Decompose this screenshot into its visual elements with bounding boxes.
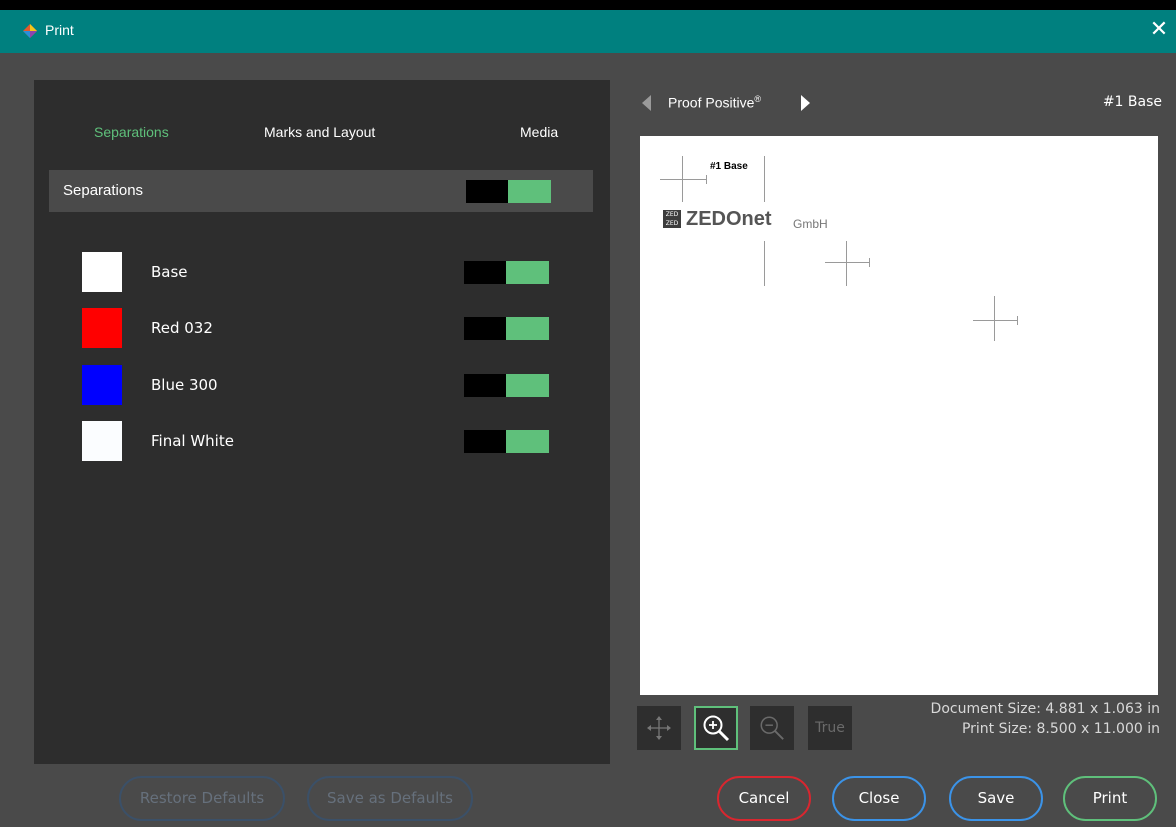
separation-swatch <box>82 365 122 405</box>
separations-header-label: Separations <box>63 182 144 199</box>
next-arrow-icon[interactable] <box>801 95 810 111</box>
close-icon[interactable]: ✕ <box>1145 16 1173 44</box>
toggle-on-segment <box>508 180 551 203</box>
separation-swatch <box>82 252 122 292</box>
printer-navigator: Proof Positive® #1 Base <box>640 91 1166 115</box>
zoom-out-tool[interactable] <box>750 706 794 750</box>
separation-row-blue-300: Blue 300 <box>82 365 602 405</box>
restore-defaults-button[interactable]: Restore Defaults <box>119 776 285 821</box>
print-preview[interactable]: #1 Base ZED ZED ZEDOnet GmbH <box>640 136 1158 695</box>
separation-toggle-final-white[interactable] <box>464 430 549 453</box>
trim-line-bottom <box>764 241 765 286</box>
separation-toggle-blue-300[interactable] <box>464 374 549 397</box>
true-size-tool[interactable]: True <box>808 706 852 750</box>
registered-mark: ® <box>754 94 762 104</box>
print-dialog: Separations Marks and Layout Media Separ… <box>0 53 1176 827</box>
toggle-off-segment <box>466 180 508 203</box>
toggle-off-segment <box>464 430 506 453</box>
registration-mark-tick <box>869 258 870 267</box>
registration-mark-tick <box>1017 316 1018 325</box>
separation-row-red-032: Red 032 <box>82 308 602 348</box>
settings-panel: Separations Marks and Layout Media Separ… <box>34 80 610 764</box>
toggle-on-segment <box>506 374 549 397</box>
document-info: Document Size: 4.881 x 1.063 in Print Si… <box>931 699 1160 739</box>
registration-mark-horizontal <box>973 320 1017 321</box>
zoom-in-tool[interactable] <box>694 706 738 750</box>
toggle-on-segment <box>506 261 549 284</box>
logo-box-line2: ZED <box>665 220 679 227</box>
toggle-on-segment <box>506 430 549 453</box>
zedonet-logo-icon: ZED ZED <box>663 210 681 228</box>
separation-toggle-base[interactable] <box>464 261 549 284</box>
logo-text: ZEDOnet <box>686 208 772 230</box>
separations-master-toggle[interactable] <box>466 180 551 203</box>
close-button[interactable]: Close <box>832 776 926 821</box>
tab-separations[interactable]: Separations <box>94 124 169 140</box>
tab-marks-and-layout[interactable]: Marks and Layout <box>264 124 375 140</box>
pan-icon <box>647 716 671 740</box>
toggle-on-segment <box>506 317 549 340</box>
printer-name-text: Proof Positive <box>668 94 755 111</box>
registration-mark-horizontal <box>825 262 869 263</box>
logo-box-line1: ZED <box>665 211 679 218</box>
separation-toggle-red-032[interactable] <box>464 317 549 340</box>
print-button[interactable]: Print <box>1063 776 1157 821</box>
logo-suffix: GmbH <box>793 217 828 231</box>
toggle-off-segment <box>464 317 506 340</box>
previous-arrow-icon[interactable] <box>642 95 651 111</box>
separations-header: Separations <box>49 170 593 212</box>
separation-swatch <box>82 308 122 348</box>
registration-mark-tick <box>706 175 707 184</box>
separation-row-base: Base <box>82 252 602 292</box>
separation-name: Blue 300 <box>151 376 218 394</box>
print-app-icon <box>23 24 37 38</box>
cancel-button[interactable]: Cancel <box>717 776 811 821</box>
window-title: Print <box>45 22 74 38</box>
printer-name: Proof Positive® <box>668 94 761 111</box>
registration-mark-vertical <box>846 241 847 286</box>
pan-tool[interactable] <box>637 706 681 750</box>
print-size: Print Size: 8.500 x 11.000 in <box>961 721 1160 737</box>
current-separation-label: #1 Base <box>1102 94 1162 110</box>
zoom-out-icon <box>760 716 784 740</box>
separation-name: Red 032 <box>151 319 213 337</box>
separation-name: Final White <box>151 432 234 450</box>
zoom-in-icon <box>703 715 730 742</box>
toggle-off-segment <box>464 261 506 284</box>
toggle-off-segment <box>464 374 506 397</box>
registration-mark-vertical <box>994 296 995 341</box>
separation-name: Base <box>151 263 188 281</box>
registration-mark-horizontal <box>660 179 706 180</box>
document-size: Document Size: 4.881 x 1.063 in <box>930 701 1160 717</box>
save-button[interactable]: Save <box>949 776 1043 821</box>
separation-row-final-white: Final White <box>82 421 602 461</box>
separation-swatch <box>82 421 122 461</box>
separation-mark-label: #1 Base <box>710 161 748 172</box>
title-bar: Print ✕ <box>0 10 1176 53</box>
save-as-defaults-button[interactable]: Save as Defaults <box>307 776 473 821</box>
trim-line-top <box>764 156 765 202</box>
tab-media[interactable]: Media <box>520 124 558 140</box>
true-size-label: True <box>815 720 845 736</box>
